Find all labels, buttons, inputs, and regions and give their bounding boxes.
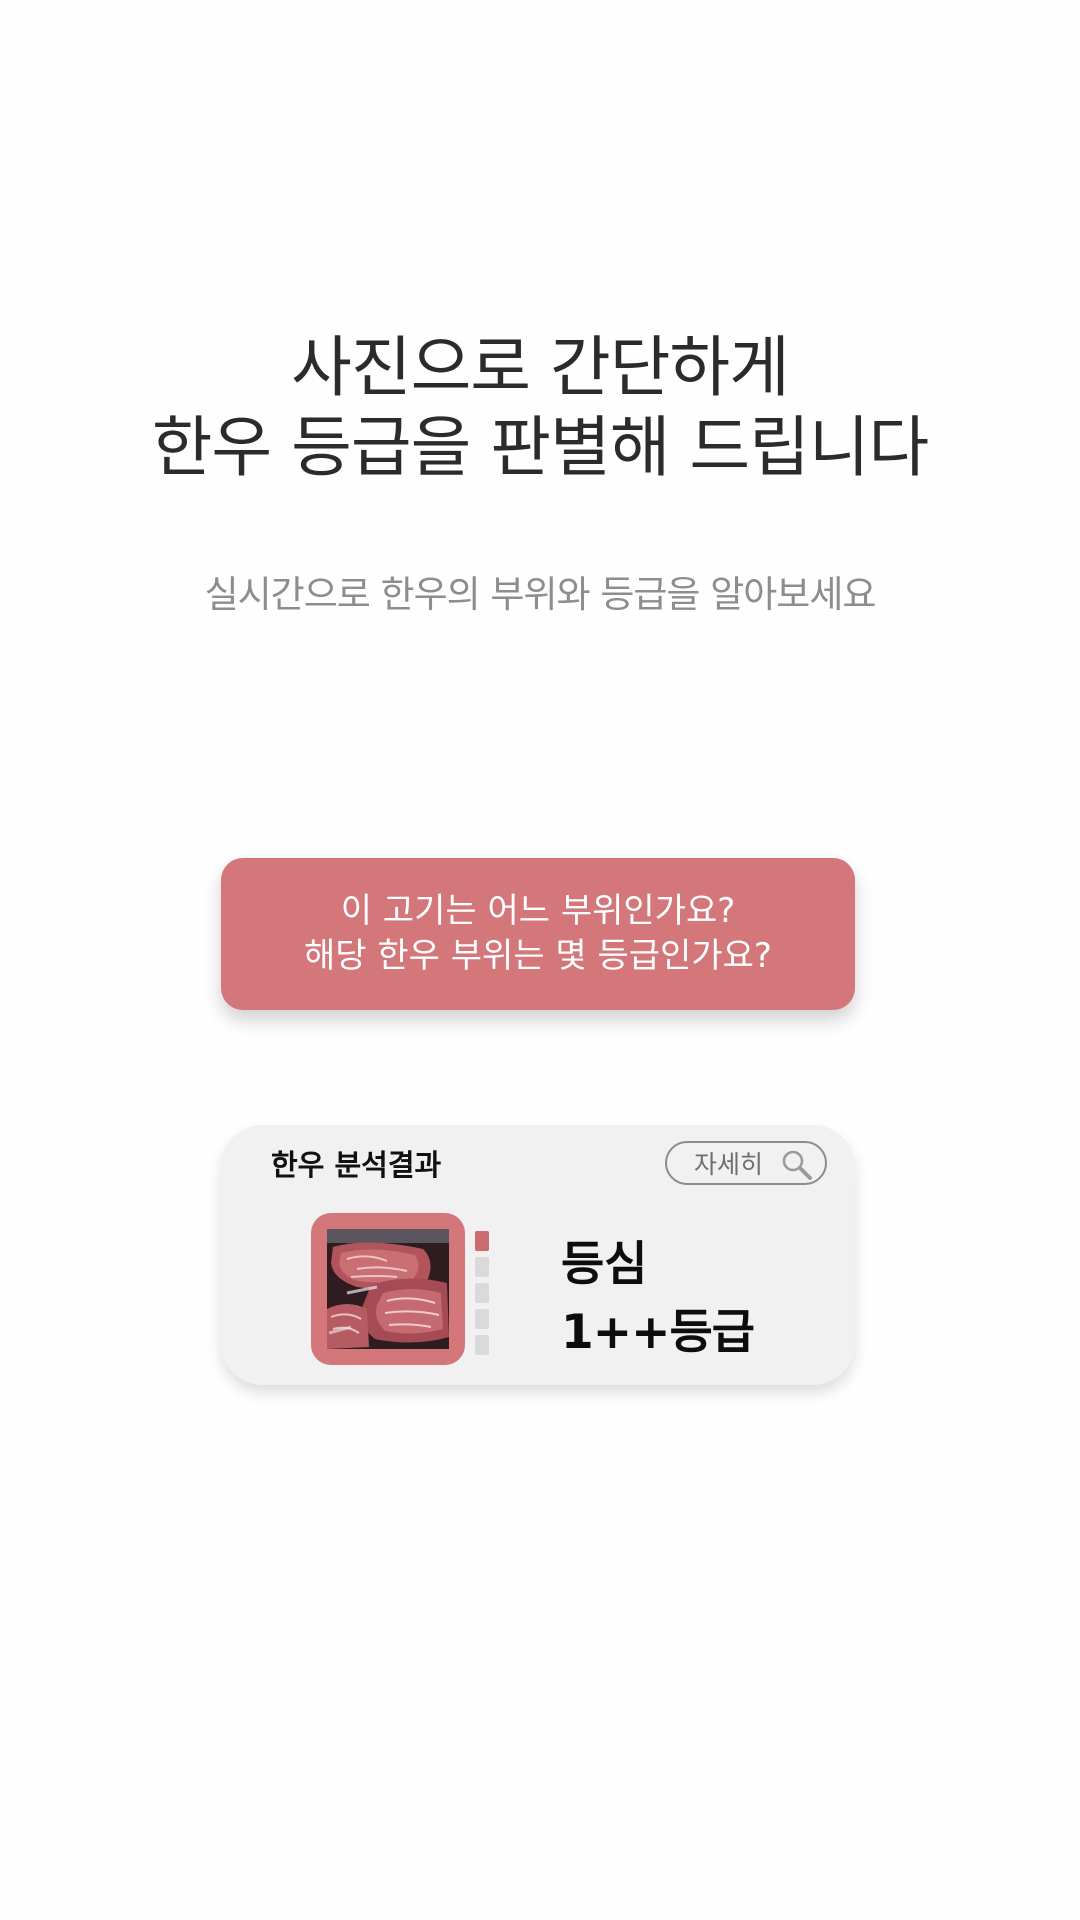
grade-level-bar — [475, 1283, 489, 1303]
grade-level-bar — [475, 1257, 489, 1277]
search-icon — [782, 1150, 812, 1180]
detail-button[interactable]: 자세히 — [665, 1141, 827, 1185]
result-card-title: 한우 분석결과 — [271, 1148, 442, 1182]
headline-line-1: 사진으로 간단하게 — [291, 329, 790, 406]
grade-level-indicator — [475, 1231, 491, 1361]
analyze-question-button[interactable]: 이 고기는 어느 부위인가요? 해당 한우 부위는 몇 등급인가요? — [221, 858, 855, 1010]
grade-level-bar — [475, 1231, 489, 1251]
result-part: 등심 — [561, 1237, 648, 1292]
beef-photo-frame — [311, 1213, 465, 1365]
headline-line-2: 한우 등급을 판별해 드립니다 — [151, 409, 930, 486]
headline: 사진으로 간단하게 한우 등급을 판별해 드립니다 — [0, 328, 1080, 488]
result-grade: 1++등급 — [561, 1305, 755, 1360]
detail-button-label: 자세히 — [694, 1150, 764, 1179]
cta-line-2: 해당 한우 부위는 몇 등급인가요? — [304, 936, 772, 976]
grade-level-bar — [475, 1309, 489, 1329]
cta-line-1: 이 고기는 어느 부위인가요? — [340, 891, 736, 931]
grade-level-bar — [475, 1335, 489, 1355]
beef-photo-icon — [327, 1229, 449, 1349]
subtitle: 실시간으로 한우의 부위와 등급을 알아보세요 — [204, 573, 877, 616]
analysis-result-card: 한우 분석결과 자세히 등심 1++등급 — [221, 1125, 855, 1385]
